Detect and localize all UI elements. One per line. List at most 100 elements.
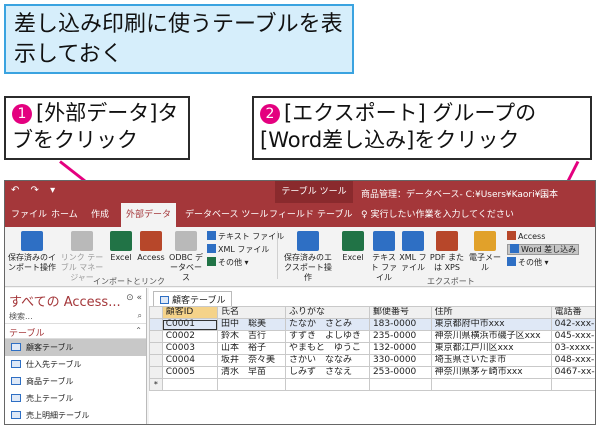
tab-home[interactable]: ホーム: [51, 203, 78, 227]
table-cell[interactable]: 0467-xx-: [550, 366, 595, 379]
table-cell[interactable]: [550, 378, 595, 391]
table-cell[interactable]: 132-0000: [368, 342, 432, 355]
saved-exports-button[interactable]: 保存済みのエクスポート操作: [281, 231, 335, 283]
email-label: 電子メール: [469, 253, 501, 272]
table-cell[interactable]: 042-xxx-: [550, 318, 595, 331]
table-cell[interactable]: 田中 聡美: [217, 318, 286, 331]
export-xml-button[interactable]: XML ファイル: [399, 231, 427, 273]
title-bar: ↶ ↷ ▾ テーブル ツール 商品管理：データベース- C:¥Users¥Kao…: [5, 181, 595, 203]
tell-me-box[interactable]: ♀ 実行したい作業を入力してください: [361, 203, 514, 227]
nav-item-suppliers[interactable]: 仕入先テーブル: [5, 356, 146, 373]
access-icon: [140, 231, 162, 251]
table-cell[interactable]: [368, 378, 432, 391]
table-icon: [11, 343, 21, 351]
table-cell[interactable]: 清水 早苗: [217, 366, 286, 379]
saved-imports-button[interactable]: 保存済みのインポート操作: [7, 231, 57, 273]
nav-item-sales-details[interactable]: 売上明細テーブル: [5, 407, 146, 424]
column-header[interactable]: 郵便番号: [368, 306, 432, 319]
tab-file[interactable]: ファイル: [11, 203, 47, 227]
export-pdf-button[interactable]: PDF または XPS: [429, 231, 465, 273]
row-selector[interactable]: [149, 330, 163, 343]
nav-section-label: テーブル: [9, 329, 45, 339]
email-button[interactable]: 電子メール: [467, 231, 503, 273]
tab-database-tools[interactable]: データベース ツール: [185, 203, 268, 227]
tab-create[interactable]: 作成: [91, 203, 109, 227]
table-icon: [11, 377, 21, 385]
column-header[interactable]: 電話番: [550, 306, 595, 319]
table-cell[interactable]: 045-xxx-: [550, 330, 595, 343]
table-cell[interactable]: さかい ななみ: [285, 354, 370, 367]
export-text-button[interactable]: テキスト ファイル: [369, 231, 399, 283]
word-merge-button[interactable]: Word 差し込み: [507, 244, 580, 255]
table-cell[interactable]: 埼玉県さいたま市: [430, 354, 552, 367]
column-header[interactable]: 住所: [430, 306, 552, 319]
table-cell[interactable]: C0003: [161, 342, 219, 355]
table-cell[interactable]: 鈴木 吉行: [217, 330, 286, 343]
quick-access-toolbar[interactable]: ↶ ↷ ▾: [11, 185, 59, 196]
table-cell[interactable]: 183-0000: [368, 318, 432, 331]
row-selector[interactable]: [149, 366, 163, 379]
document-tab[interactable]: 顧客テーブル: [153, 291, 233, 306]
tell-me-text: 実行したい作業を入力してください: [370, 210, 514, 220]
table-cell[interactable]: 神奈川県横浜市磯子区xxx: [430, 330, 552, 343]
column-header[interactable]: ふりがな: [285, 306, 370, 319]
nav-item-products[interactable]: 商品テーブル: [5, 373, 146, 390]
table-cell[interactable]: C0001: [161, 318, 219, 331]
column-header[interactable]: 氏名: [217, 306, 286, 319]
table-cell[interactable]: 048-xxx-: [550, 354, 595, 367]
import-excel-button[interactable]: Excel: [107, 231, 135, 263]
table-row[interactable]: C0004 坂井 奈々美 さかい ななみ 330-0000 埼玉県さいたま市 0…: [149, 354, 595, 367]
tab-table[interactable]: テーブル: [317, 203, 352, 227]
import-text-file-button[interactable]: テキスト ファイル: [207, 231, 284, 242]
table-cell[interactable]: [430, 378, 552, 391]
table-cell[interactable]: C0002: [161, 330, 219, 343]
import-odbc-button[interactable]: ODBC データベース: [167, 231, 205, 283]
import-other-button[interactable]: その他 ▾: [207, 257, 249, 268]
tab-external-data[interactable]: 外部データ: [121, 203, 177, 227]
table-cell[interactable]: 253-0000: [368, 366, 432, 379]
table-cell[interactable]: 235-0000: [368, 330, 432, 343]
nav-section-tables[interactable]: テーブル ⌃: [5, 324, 146, 339]
ribbon-tabs: ファイル ホーム 作成 外部データ データベース ツール フィールド テーブル …: [5, 203, 595, 227]
table-row[interactable]: C0002 鈴木 吉行 すずき よしゆき 235-0000 神奈川県横浜市磯子区…: [149, 330, 595, 343]
odbc-icon: [175, 231, 197, 251]
export-excel-button[interactable]: Excel: [339, 231, 367, 263]
export-access-button[interactable]: Access: [507, 231, 545, 241]
import-xml-file-button[interactable]: XML ファイル: [207, 244, 269, 255]
tab-fields[interactable]: フィールド: [269, 203, 314, 227]
table-cell[interactable]: C0004: [161, 354, 219, 367]
nav-search-input[interactable]: 検索... ⌕: [5, 310, 146, 324]
table-row[interactable]: C0003 山本 裕子 やまもと ゆうこ 132-0000 東京都江戸川区xxx…: [149, 342, 595, 355]
search-icon: ⌕: [137, 311, 142, 320]
table-row[interactable]: C0001 田中 聡美 たなか さとみ 183-0000 東京都府中市xxx 0…: [149, 318, 595, 331]
table-cell[interactable]: 神奈川県茅ヶ崎市xxx: [430, 366, 552, 379]
step1-callout: 1 [外部データ]タブをクリック: [4, 96, 190, 160]
table-cell[interactable]: 330-0000: [368, 354, 432, 367]
table-cell[interactable]: 坂井 奈々美: [217, 354, 286, 367]
table-cell[interactable]: すずき よしゆき: [285, 330, 370, 343]
column-header[interactable]: 顧客ID: [161, 306, 219, 319]
select-all-corner[interactable]: [149, 306, 163, 319]
import-access-button[interactable]: Access: [135, 231, 167, 263]
new-record-row[interactable]: *: [149, 378, 595, 391]
table-cell[interactable]: しみず さなえ: [285, 366, 370, 379]
table-cell[interactable]: C0005: [161, 366, 219, 379]
table-cell[interactable]: たなか さとみ: [285, 318, 370, 331]
nav-collapse-icon[interactable]: ⊙ «: [126, 293, 142, 303]
row-selector[interactable]: [149, 354, 163, 367]
table-cell[interactable]: [161, 378, 219, 391]
row-selector[interactable]: [149, 342, 163, 355]
table-cell[interactable]: [217, 378, 286, 391]
table-cell[interactable]: 東京都府中市xxx: [430, 318, 552, 331]
table-cell[interactable]: 03-xxxx-: [550, 342, 595, 355]
table-cell[interactable]: やまもと ゆうこ: [285, 342, 370, 355]
nav-item-sales[interactable]: 売上テーブル: [5, 390, 146, 407]
export-other-button[interactable]: その他 ▾: [507, 257, 549, 268]
table-cell[interactable]: 東京都江戸川区xxx: [430, 342, 552, 355]
table-cell[interactable]: [285, 378, 370, 391]
table-row[interactable]: C0005 清水 早苗 しみず さなえ 253-0000 神奈川県茅ヶ崎市xxx…: [149, 366, 595, 379]
table-cell[interactable]: 山本 裕子: [217, 342, 286, 355]
row-selector[interactable]: [149, 318, 163, 331]
nav-header[interactable]: すべての Access... ⊙ «: [5, 288, 146, 310]
nav-item-customers[interactable]: 顧客テーブル: [5, 339, 146, 356]
